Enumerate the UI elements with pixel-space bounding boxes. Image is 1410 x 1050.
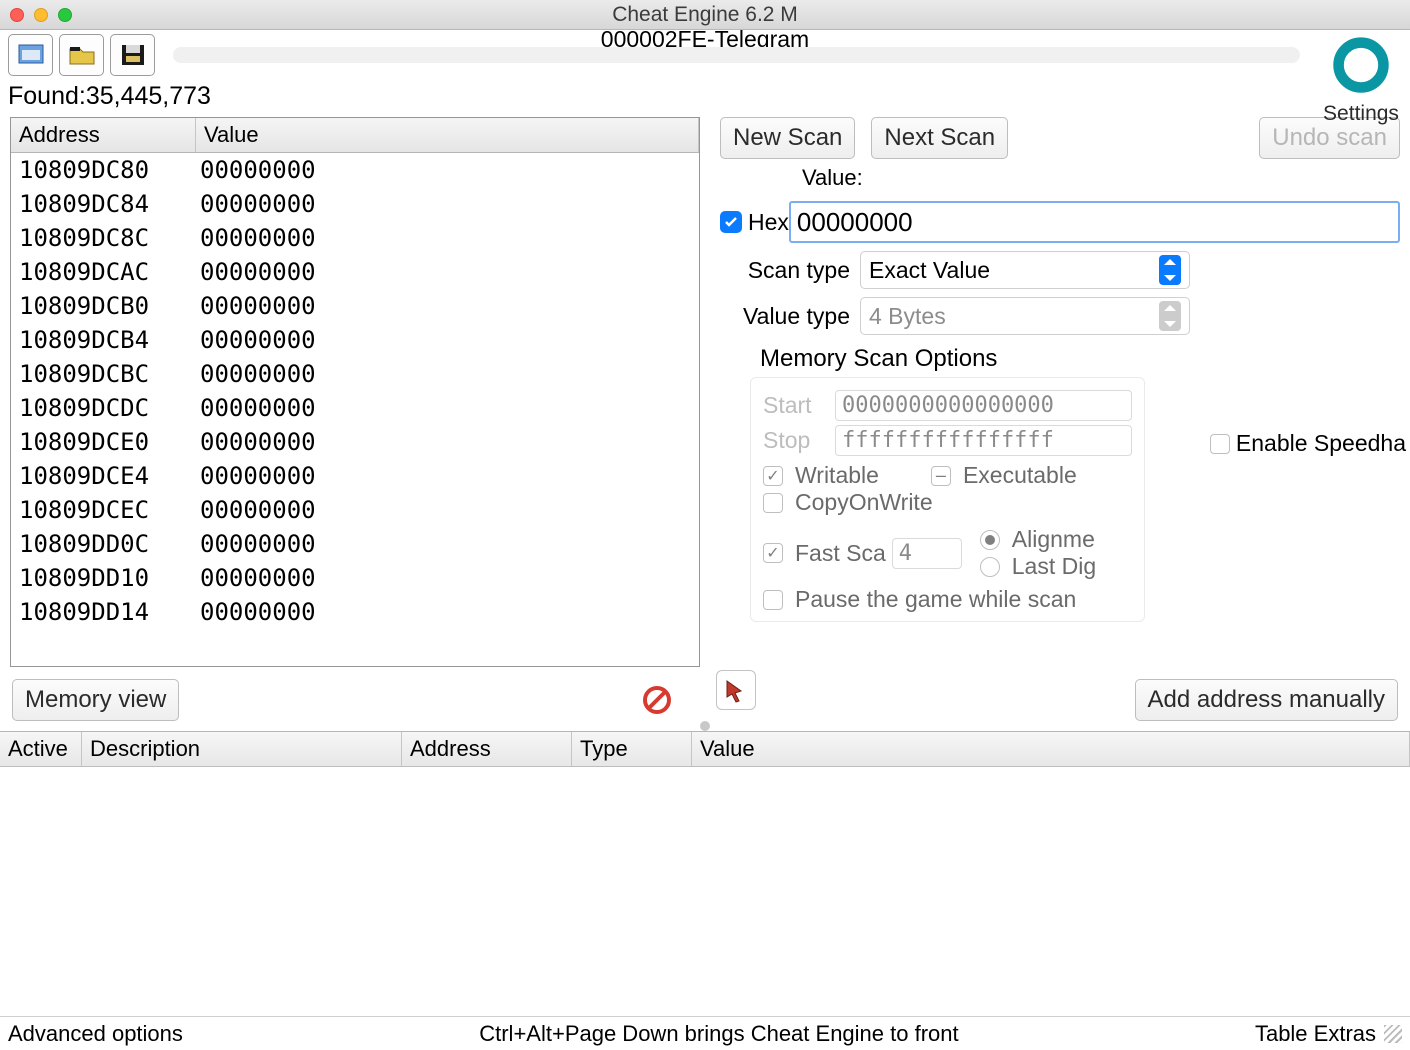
scan-progress [173, 47, 1300, 63]
pause-game-checkbox[interactable] [763, 590, 783, 610]
fastscan-value-input[interactable] [892, 538, 962, 569]
add-to-table-button[interactable] [716, 670, 756, 710]
copyonwrite-checkbox[interactable] [763, 493, 783, 513]
enable-speedhack-label: Enable Speedha [1236, 430, 1406, 457]
result-row[interactable]: 10809DC8400000000 [11, 187, 699, 221]
fastscan-checkbox[interactable] [763, 543, 783, 563]
splitter-handle[interactable] [0, 721, 1410, 731]
result-row[interactable]: 10809DD1400000000 [11, 595, 699, 629]
results-col-value[interactable]: Value [196, 118, 699, 152]
memory-scan-options-panel: Start Stop Writable Executable CopyOnWri… [750, 377, 1145, 622]
found-count: Found:35,445,773 [0, 82, 1410, 111]
result-row[interactable]: 10809DCE000000000 [11, 425, 699, 459]
scan-start-input[interactable] [835, 390, 1132, 421]
result-row[interactable]: 10809DD1000000000 [11, 561, 699, 595]
writable-checkbox[interactable] [763, 466, 783, 486]
ct-col-address[interactable]: Address [402, 732, 572, 766]
result-row[interactable]: 10809DCDC00000000 [11, 391, 699, 425]
cheat-table[interactable]: Active Description Address Type Value [0, 731, 1410, 987]
next-scan-button[interactable]: Next Scan [871, 117, 1008, 159]
result-row[interactable]: 10809DCAC00000000 [11, 255, 699, 289]
ct-col-active[interactable]: Active [0, 732, 82, 766]
result-row[interactable]: 10809DC8000000000 [11, 153, 699, 187]
window-title: Cheat Engine 6.2 M [0, 3, 1410, 27]
result-row[interactable]: 10809DC8C00000000 [11, 221, 699, 255]
ct-col-description[interactable]: Description [82, 732, 402, 766]
open-process-button[interactable] [8, 34, 53, 76]
results-col-address[interactable]: Address [11, 118, 196, 152]
scan-type-label: Scan type [720, 257, 850, 284]
result-row[interactable]: 10809DCE400000000 [11, 459, 699, 493]
table-extras-button[interactable]: Table Extras [1255, 1021, 1376, 1047]
scan-type-select[interactable]: Exact Value [860, 251, 1190, 289]
advanced-options-button[interactable]: Advanced options [8, 1021, 183, 1047]
alignment-radio[interactable] [980, 530, 1000, 550]
scan-value-input[interactable] [789, 201, 1400, 243]
footer-hint: Ctrl+Alt+Page Down brings Cheat Engine t… [479, 1021, 958, 1047]
new-scan-button[interactable]: New Scan [720, 117, 855, 159]
clear-list-icon[interactable] [641, 684, 673, 716]
ct-col-value[interactable]: Value [692, 732, 1410, 766]
value-type-select[interactable]: 4 Bytes [860, 297, 1190, 335]
ct-col-type[interactable]: Type [572, 732, 692, 766]
result-row[interactable]: 10809DD0C00000000 [11, 527, 699, 561]
hex-checkbox[interactable] [720, 211, 742, 233]
lastdigits-radio[interactable] [980, 557, 1000, 577]
scan-results-list[interactable]: Address Value 10809DC800000000010809DC84… [10, 117, 700, 667]
memory-view-button[interactable]: Memory view [12, 679, 179, 721]
value-type-label: Value type [720, 303, 850, 330]
result-row[interactable]: 10809DCB000000000 [11, 289, 699, 323]
result-row[interactable]: 10809DCBC00000000 [11, 357, 699, 391]
enable-speedhack-checkbox[interactable] [1210, 434, 1230, 454]
add-address-button[interactable]: Add address manually [1135, 679, 1398, 721]
scan-stop-input[interactable] [835, 425, 1132, 456]
result-row[interactable]: 10809DCB400000000 [11, 323, 699, 357]
result-row[interactable]: 10809DCEC00000000 [11, 493, 699, 527]
settings-label: Settings [1323, 102, 1399, 126]
value-label: Value: [802, 165, 1400, 191]
hex-label: Hex [748, 209, 789, 236]
resize-grip-icon[interactable] [1384, 1025, 1402, 1043]
save-button[interactable] [110, 34, 155, 76]
open-file-button[interactable] [59, 34, 104, 76]
executable-checkbox[interactable] [931, 466, 951, 486]
memory-scan-options-title: Memory Scan Options [760, 345, 1400, 373]
cheat-engine-logo[interactable]: Settings [1316, 36, 1406, 126]
